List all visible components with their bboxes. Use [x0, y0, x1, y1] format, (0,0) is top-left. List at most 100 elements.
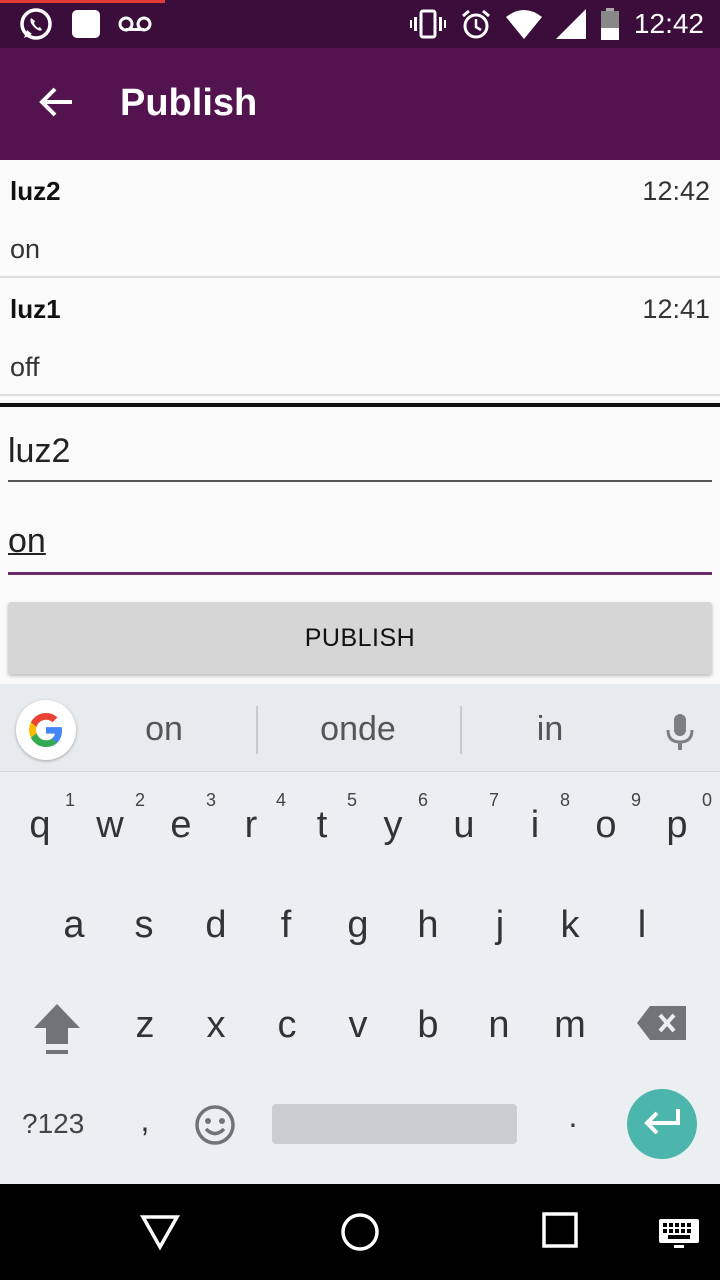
key-k[interactable]: k — [535, 904, 605, 947]
key-number-hint: 5 — [346, 790, 357, 810]
key-number-hint: 9 — [630, 790, 641, 810]
emoji-icon[interactable] — [194, 1104, 236, 1151]
enter-arrow-icon — [642, 1107, 682, 1142]
list-item[interactable]: luz2 12:42 on — [0, 160, 720, 278]
progress-strip — [0, 0, 165, 3]
key-b[interactable]: b — [393, 1004, 463, 1047]
symbols-key[interactable]: ?123 — [22, 1108, 84, 1140]
key-letter: p — [666, 804, 688, 846]
key-m[interactable]: m — [535, 1004, 605, 1047]
key-letter: w — [96, 804, 124, 846]
key-number-hint: 3 — [205, 790, 216, 810]
message-topic: luz1 — [10, 294, 61, 324]
wifi-icon — [505, 9, 542, 39]
key-y[interactable]: y6 — [358, 790, 429, 847]
back-button[interactable] — [30, 78, 82, 130]
alarm-icon — [460, 8, 492, 40]
suggestion-separator — [256, 706, 258, 754]
divider — [0, 403, 720, 407]
key-number-hint: 6 — [417, 790, 428, 810]
backspace-key[interactable] — [636, 1004, 688, 1047]
key-s[interactable]: s — [109, 904, 179, 947]
key-i[interactable]: i8 — [500, 790, 570, 847]
arrow-left-icon — [38, 84, 74, 125]
payload-input-underline — [8, 572, 712, 575]
key-number-hint: 0 — [701, 790, 712, 810]
key-letter: y — [383, 804, 403, 846]
key-e[interactable]: e3 — [146, 790, 216, 847]
key-w[interactable]: w2 — [75, 790, 145, 847]
suggestion-item[interactable]: on — [74, 710, 254, 749]
key-q[interactable]: q1 — [5, 790, 75, 847]
battery-icon — [600, 8, 620, 40]
page-title: Publish — [120, 82, 258, 124]
key-g[interactable]: g — [323, 904, 393, 947]
vibrate-icon — [409, 9, 446, 39]
key-p[interactable]: p0 — [642, 790, 712, 847]
payload-input-value: on — [8, 522, 46, 560]
message-payload: off — [10, 352, 40, 382]
key-x[interactable]: x — [181, 1004, 251, 1047]
key-v[interactable]: v — [323, 1004, 393, 1047]
key-letter: u — [453, 804, 475, 846]
enter-key[interactable] — [627, 1089, 697, 1159]
notification-square-icon — [70, 8, 102, 40]
app-bar: Publish — [0, 48, 720, 160]
suggestion-item[interactable]: onde — [268, 710, 448, 749]
status-bar: 12:42 — [0, 0, 720, 48]
key-l[interactable]: l — [607, 904, 677, 947]
key-letter: r — [244, 804, 258, 846]
message-time: 12:41 — [642, 294, 710, 324]
key-letter: e — [170, 804, 192, 846]
home-circle-icon[interactable] — [340, 1212, 380, 1257]
topic-input[interactable]: luz2 — [8, 432, 712, 484]
key-o[interactable]: o9 — [571, 790, 641, 847]
microphone-icon[interactable] — [664, 712, 696, 757]
message-topic: luz2 — [10, 176, 61, 206]
publish-button[interactable]: PUBLISH — [8, 602, 712, 674]
key-t[interactable]: t5 — [287, 790, 357, 847]
topic-input-value: luz2 — [8, 432, 71, 470]
clock: 12:42 — [633, 8, 704, 39]
navigation-bar — [0, 1184, 720, 1280]
key-z[interactable]: z — [110, 1004, 180, 1047]
key-number-hint: 4 — [275, 790, 286, 810]
screen: 12:42 Publish luz2 12:42 on luz1 12:41 o… — [0, 0, 720, 1280]
key-letter: t — [316, 804, 328, 846]
google-icon[interactable] — [16, 700, 76, 760]
signal-icon — [555, 9, 586, 39]
comma-key[interactable]: , — [110, 1102, 180, 1139]
key-a[interactable]: a — [39, 904, 109, 947]
recents-square-icon[interactable] — [542, 1212, 578, 1253]
key-d[interactable]: d — [181, 904, 251, 947]
topic-input-underline — [8, 480, 712, 482]
message-time: 12:42 — [642, 176, 710, 206]
key-letter: q — [29, 804, 51, 846]
voicemail-icon — [118, 14, 152, 34]
back-triangle-icon[interactable] — [139, 1212, 181, 1257]
whatsapp-icon — [18, 6, 54, 42]
key-r[interactable]: r4 — [216, 790, 286, 847]
key-j[interactable]: j — [465, 904, 535, 947]
keyboard-switch-icon[interactable] — [658, 1218, 700, 1253]
key-c[interactable]: c — [252, 1004, 322, 1047]
period-key[interactable]: . — [538, 1098, 608, 1135]
message-payload: on — [10, 234, 41, 264]
key-letter: i — [530, 804, 540, 846]
suggestion-bar: on onde in — [0, 684, 720, 772]
key-number-hint: 8 — [559, 790, 570, 810]
list-item[interactable]: luz1 12:41 off — [0, 278, 720, 396]
keyboard: on onde in q1w2e3r4t5y6u7i8o9p0 asdfghjk… — [0, 684, 720, 1184]
key-letter: o — [595, 804, 617, 846]
key-number-hint: 1 — [64, 790, 75, 810]
key-u[interactable]: u7 — [429, 790, 499, 847]
key-number-hint: 2 — [134, 790, 145, 810]
key-h[interactable]: h — [393, 904, 463, 947]
suggestion-item[interactable]: in — [460, 710, 640, 749]
key-n[interactable]: n — [464, 1004, 534, 1047]
payload-input[interactable]: on — [8, 522, 712, 578]
spacebar[interactable] — [272, 1104, 517, 1144]
shift-key[interactable] — [32, 1002, 82, 1061]
key-f[interactable]: f — [251, 904, 321, 947]
key-number-hint: 7 — [488, 790, 499, 810]
